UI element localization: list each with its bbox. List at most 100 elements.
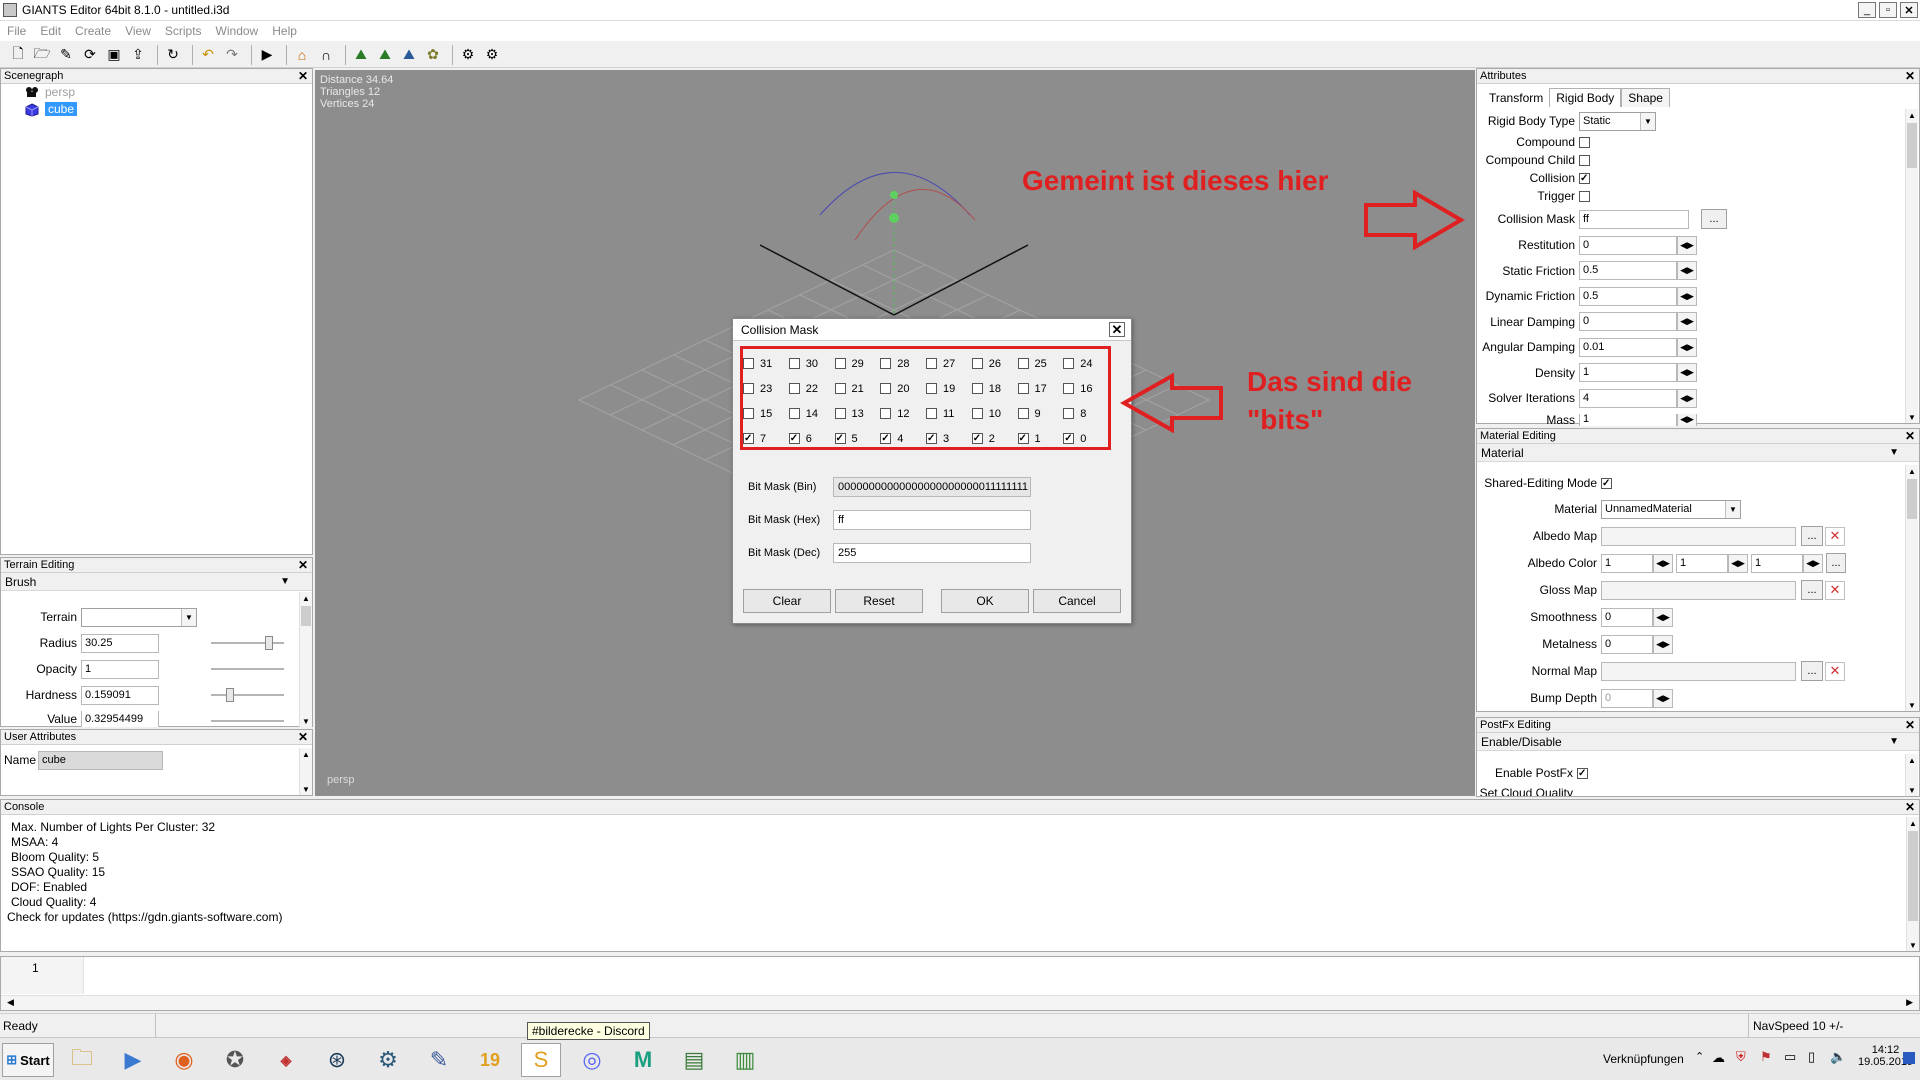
spin-arrows-icon[interactable]: ◀▶ <box>1677 261 1697 280</box>
spin-arrows-icon[interactable]: ◀▶ <box>1677 337 1697 357</box>
home-icon[interactable]: ⌂ <box>292 45 312 65</box>
play-icon[interactable]: ▶ <box>257 45 277 65</box>
ok-button[interactable]: OK <box>941 589 1029 613</box>
hardness-slider-handle[interactable] <box>226 688 234 702</box>
spin-arrows-icon[interactable]: ◀▶ <box>1728 553 1748 573</box>
albedo-color-picker-button[interactable]: ... <box>1826 553 1846 573</box>
scroll-up-icon[interactable]: ▲ <box>1907 817 1919 829</box>
gloss-map-clear-icon[interactable]: ✕ <box>1825 580 1845 600</box>
albedo-color-r[interactable]: 1 <box>1601 553 1653 573</box>
compound-child-checkbox[interactable] <box>1579 154 1590 166</box>
brush-section[interactable]: Brush ▼ <box>1 573 312 591</box>
menu-scripts[interactable]: Scripts <box>158 24 209 38</box>
enable-disable-section[interactable]: Enable/Disable ▼ <box>1477 733 1919 751</box>
compound-checkbox[interactable] <box>1579 136 1590 148</box>
cancel-button[interactable]: Cancel <box>1033 589 1121 613</box>
metalness-input[interactable]: 0 <box>1601 634 1653 654</box>
spin-arrows-icon[interactable]: ◀▶ <box>1677 312 1697 331</box>
tray-volume-icon[interactable]: 🔈 <box>1830 1049 1846 1065</box>
scroll-thumb[interactable] <box>301 606 311 626</box>
tab-rigid-body[interactable]: Rigid Body <box>1549 88 1622 107</box>
normal-map-browse-button[interactable]: ... <box>1801 661 1823 681</box>
collision-mask-input[interactable]: ff <box>1579 209 1689 229</box>
menu-help[interactable]: Help <box>265 24 304 38</box>
enable-postfx-checkbox[interactable] <box>1577 767 1588 779</box>
radius-input[interactable]: 30.25 <box>81 633 159 653</box>
console-scrollbar[interactable]: ▲ ▼ <box>1906 817 1919 951</box>
spin-arrows-icon[interactable]: ◀▶ <box>1677 363 1697 382</box>
bump-depth-input[interactable]: 0 <box>1601 688 1653 708</box>
tray-expand-icon[interactable]: ⌃ <box>1695 1050 1704 1063</box>
minimize-button[interactable]: _ <box>1858 2 1876 18</box>
maximize-button[interactable]: ▫ <box>1879 2 1897 18</box>
dec-input[interactable]: 255 <box>833 543 1031 563</box>
close-icon[interactable]: ✕ <box>1905 800 1915 814</box>
scroll-down-icon[interactable]: ▼ <box>300 715 312 727</box>
rigid-body-type-select[interactable]: Static ▼ <box>1579 111 1656 131</box>
tab-transform[interactable]: Transform <box>1483 89 1549 107</box>
terrain-select[interactable]: ▼ <box>81 607 197 627</box>
user-attributes-scrollbar[interactable]: ▲ ▼ <box>299 748 312 795</box>
trigger-checkbox[interactable] <box>1579 190 1590 202</box>
gimp-icon[interactable]: ✪ <box>215 1043 255 1077</box>
start-button[interactable]: ⊞ Start <box>2 1043 54 1077</box>
icecream-icon[interactable]: ◈ <box>266 1043 306 1077</box>
dialog-close-icon[interactable]: ✕ <box>1109 322 1125 337</box>
scroll-down-icon[interactable]: ▼ <box>1907 939 1919 951</box>
scroll-thumb[interactable] <box>1907 123 1917 168</box>
monitor-app-icon[interactable]: ▤ <box>674 1043 714 1077</box>
menu-create[interactable]: Create <box>68 24 118 38</box>
tray-battery-icon[interactable]: ▯ <box>1808 1049 1815 1065</box>
numeric-field-input[interactable]: 0.5 <box>1579 261 1677 280</box>
numeric-field-input[interactable]: 1 <box>1579 413 1677 426</box>
reset-button[interactable]: Reset <box>835 589 923 613</box>
magnet-icon[interactable]: ∩ <box>316 45 336 65</box>
terrain-tool-2-icon[interactable]: ⛰ <box>375 45 395 65</box>
albedo-map-input[interactable] <box>1601 526 1796 546</box>
collision-mask-edit-button[interactable]: ... <box>1701 209 1727 229</box>
gloss-map-browse-button[interactable]: ... <box>1801 580 1823 600</box>
console-input-hscrollbar[interactable]: ◀ ▶ <box>1 995 1919 1010</box>
scroll-down-icon[interactable]: ▼ <box>300 783 312 795</box>
value-slider[interactable] <box>211 720 284 722</box>
file-explorer-icon[interactable]: 🗀 <box>62 1043 102 1077</box>
terrain-scrollbar[interactable]: ▲ ▼ <box>299 592 312 727</box>
menu-view[interactable]: View <box>118 24 158 38</box>
tray-monitor-icon[interactable]: ▭ <box>1784 1049 1796 1065</box>
collision-checkbox[interactable] <box>1579 172 1590 184</box>
opacity-input[interactable]: 1 <box>81 659 159 679</box>
scroll-thumb[interactable] <box>1907 479 1917 519</box>
albedo-color-g[interactable]: 1 <box>1676 553 1728 573</box>
spin-arrows-icon[interactable]: ◀▶ <box>1677 235 1697 255</box>
console-input[interactable] <box>85 957 1919 994</box>
spin-arrows-icon[interactable]: ◀▶ <box>1653 634 1673 654</box>
close-icon[interactable]: ✕ <box>1905 69 1915 83</box>
numeric-field-input[interactable]: 0 <box>1579 235 1677 255</box>
value-input[interactable]: 0.32954499 <box>81 711 159 727</box>
postfx-scrollbar[interactable]: ▲ ▼ <box>1905 754 1918 796</box>
redo-icon[interactable]: ↷ <box>222 45 242 65</box>
opacity-slider[interactable] <box>211 668 284 670</box>
name-input[interactable]: cube <box>38 750 163 770</box>
chart-app-icon[interactable]: ▥ <box>725 1043 765 1077</box>
undo-icon[interactable]: ↶ <box>198 45 218 65</box>
close-icon[interactable]: ✕ <box>1905 718 1915 732</box>
scroll-up-icon[interactable]: ▲ <box>300 592 312 604</box>
refresh-icon[interactable]: ⟳ <box>80 45 100 65</box>
terrain-tool-4-icon[interactable]: ✿ <box>423 45 443 65</box>
spin-arrows-icon[interactable]: ◀▶ <box>1677 286 1697 306</box>
open-folder-icon[interactable]: 🗁 <box>32 45 52 65</box>
scroll-left-icon[interactable]: ◀ <box>7 997 14 1008</box>
numeric-field-input[interactable]: 1 <box>1579 363 1677 382</box>
hardness-input[interactable]: 0.159091 <box>81 685 159 705</box>
new-file-icon[interactable]: 🗋 <box>8 45 28 65</box>
scroll-up-icon[interactable]: ▲ <box>1906 109 1918 121</box>
normal-map-clear-icon[interactable]: ✕ <box>1825 661 1845 681</box>
hex-input[interactable]: ff <box>833 510 1031 530</box>
scroll-up-icon[interactable]: ▲ <box>1906 754 1918 766</box>
menu-edit[interactable]: Edit <box>33 24 68 38</box>
material-scrollbar[interactable]: ▲ ▼ <box>1905 465 1918 711</box>
scroll-right-icon[interactable]: ▶ <box>1906 997 1913 1008</box>
firefox-icon[interactable]: ◉ <box>164 1043 204 1077</box>
close-icon[interactable]: ✕ <box>298 558 308 572</box>
